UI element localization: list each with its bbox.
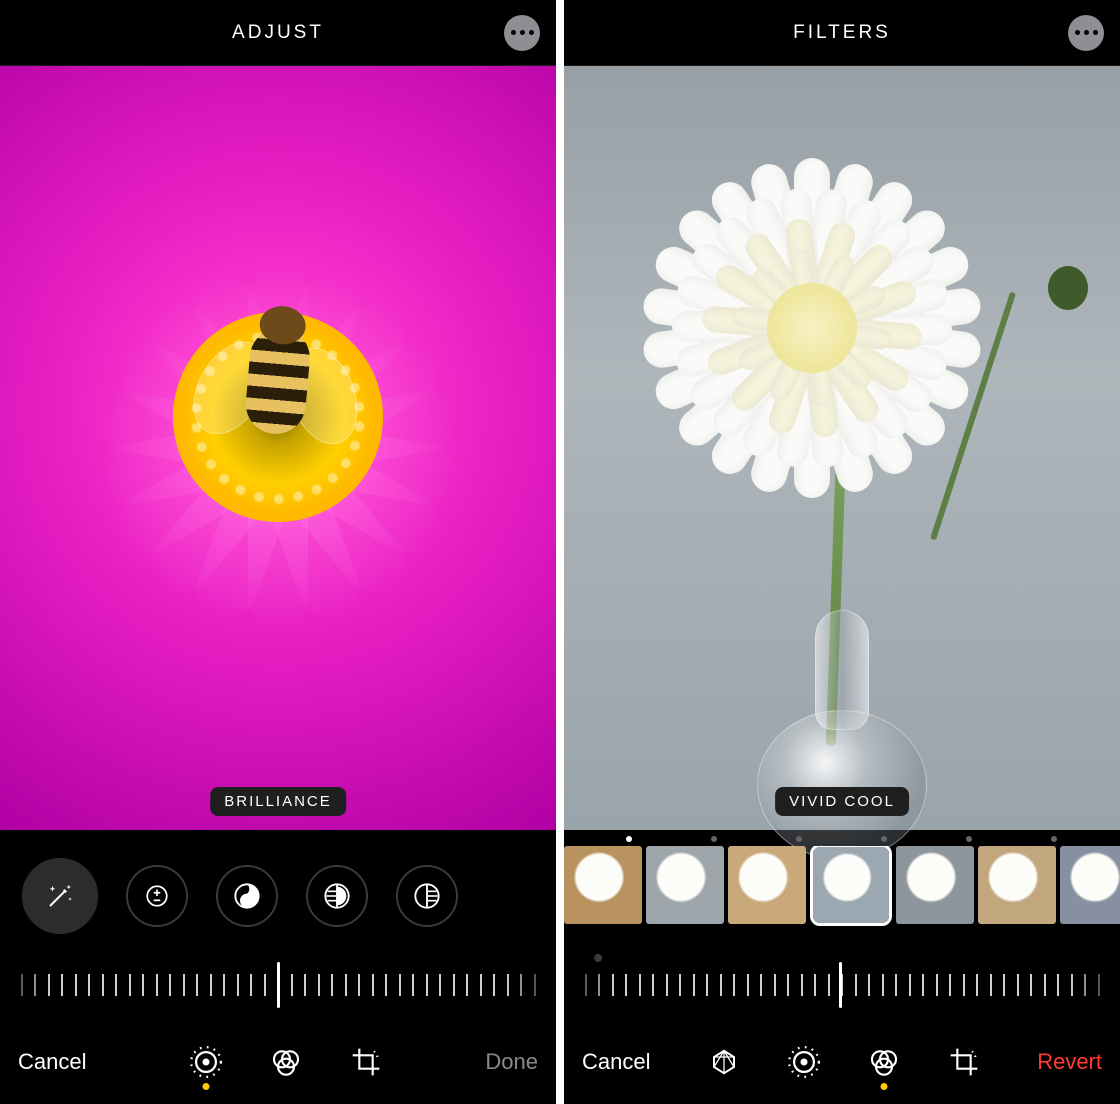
exposure-dial[interactable] — [126, 865, 188, 927]
bottom-toolbar: Cancel Revert — [564, 1020, 1120, 1104]
filters-tab[interactable] — [268, 1044, 304, 1080]
brilliance-icon — [232, 881, 262, 911]
more-button[interactable] — [1068, 15, 1104, 51]
filter-thumb-vivid-warm[interactable] — [728, 846, 806, 924]
photo-canvas[interactable]: VIVID COOL — [564, 66, 1120, 830]
cancel-button[interactable]: Cancel — [582, 1049, 650, 1075]
adjust-tab[interactable] — [786, 1044, 822, 1080]
filter-label: VIVID COOL — [775, 787, 909, 816]
value-slider[interactable] — [0, 950, 556, 1020]
auto-enhance-dial[interactable] — [22, 858, 98, 934]
filter-strip[interactable] — [564, 830, 1120, 950]
filter-thumb-original[interactable] — [564, 846, 642, 924]
markup-tab[interactable] — [706, 1044, 742, 1080]
page-title: FILTERS — [793, 22, 891, 44]
more-button[interactable] — [504, 15, 540, 51]
intensity-slider[interactable] — [564, 950, 1120, 1020]
slider-origin-dot — [594, 954, 602, 962]
filter-thumb-dramatic[interactable] — [896, 846, 974, 924]
exposure-icon — [142, 881, 172, 911]
filter-thumb-dramatic-cool[interactable] — [1060, 846, 1120, 924]
slider-knob[interactable] — [839, 962, 842, 1008]
wand-icon — [45, 881, 75, 911]
adjust-tab[interactable] — [188, 1044, 224, 1080]
header: ADJUST — [0, 0, 556, 66]
brilliance-dial[interactable] — [216, 865, 278, 927]
active-dot-icon — [880, 1083, 887, 1090]
flower-bud — [1048, 266, 1088, 310]
filter-thumb-dramatic-warm[interactable] — [978, 846, 1056, 924]
crop-tab[interactable] — [348, 1044, 384, 1080]
adjustment-dials[interactable] — [0, 830, 556, 950]
filter-thumb-vivid-cool[interactable] — [810, 846, 892, 926]
cancel-button[interactable]: Cancel — [18, 1049, 86, 1075]
shadows-icon — [412, 881, 442, 911]
filters-screen: FILTERS VIVID COOL — [564, 0, 1120, 1104]
highlights-icon — [322, 881, 352, 911]
filter-thumb-vivid[interactable] — [646, 846, 724, 924]
header: FILTERS — [564, 0, 1120, 66]
page-title: ADJUST — [232, 22, 324, 44]
filters-tab[interactable] — [866, 1044, 902, 1080]
crop-tab[interactable] — [946, 1044, 982, 1080]
filter-indicator-dots — [626, 836, 1120, 842]
active-dot-icon — [202, 1083, 209, 1090]
slider-knob[interactable] — [277, 962, 280, 1008]
flower-illustration — [642, 158, 982, 498]
revert-button[interactable]: Revert — [1037, 1049, 1102, 1075]
adjustment-label: BRILLIANCE — [210, 787, 346, 816]
shadows-dial[interactable] — [396, 865, 458, 927]
adjust-screen: ADJUST BRILLIANCE — [0, 0, 556, 1104]
highlights-dial[interactable] — [306, 865, 368, 927]
bottom-toolbar: Cancel Done — [0, 1020, 556, 1104]
photo-canvas[interactable]: BRILLIANCE — [0, 66, 556, 830]
flower-illustration — [0, 66, 556, 830]
done-button[interactable]: Done — [485, 1049, 538, 1075]
